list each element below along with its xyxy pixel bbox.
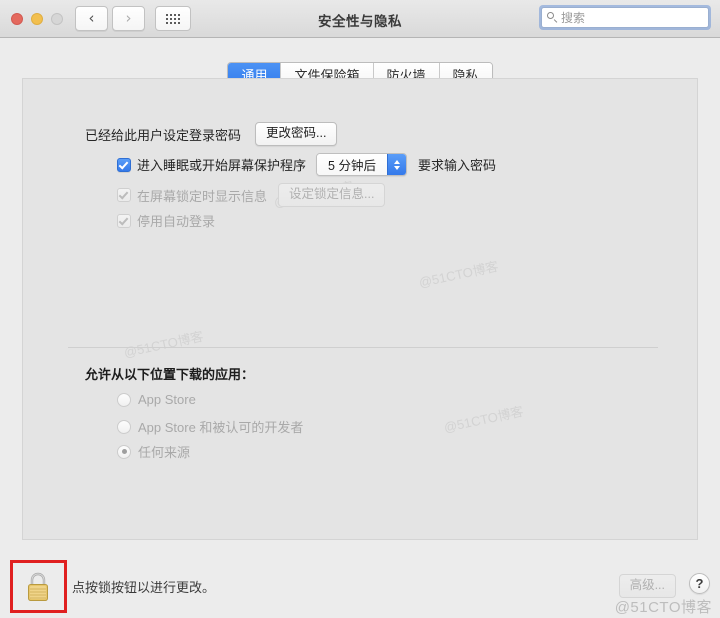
advanced-button[interactable]: 高级... [618,574,676,598]
login-password-row: 已经给此用户设定登录密码 更改密码... [85,122,338,146]
section-divider [68,347,658,348]
password-delay-stepper[interactable]: 5 分钟后 [316,153,407,176]
system-preferences-window: ‹ › 安全性与隐私 搜索 通用 文件保险箱 防火墙 隐私 @51CTO博客 @… [0,0,720,618]
download-option-anywhere[interactable]: 任何来源 [117,442,190,461]
radio-appstore[interactable] [117,392,131,407]
search-icon [547,12,558,23]
disable-auto-login-checkbox[interactable] [117,213,131,228]
download-option-label: App Store 和被认可的开发者 [138,420,304,435]
site-watermark: @51CTO博客 [614,599,712,616]
download-option-label: App Store [138,392,196,407]
general-settings-panel: @51CTO博客 @51CTO博客 @51CTO博客 @51CTO博客 已经给此… [22,78,698,540]
window-titlebar: ‹ › 安全性与隐私 搜索 [0,0,720,38]
search-placeholder: 搜索 [561,11,586,25]
padlock-closed-icon[interactable] [24,571,52,602]
watermark-faint: @51CTO博客 [417,258,500,291]
radio-anywhere[interactable] [117,444,131,459]
radio-appstore-identified[interactable] [117,419,131,434]
disable-auto-login-label: 停用自动登录 [137,214,216,229]
search-input[interactable]: 搜索 [541,7,709,28]
lock-message-label: 在屏幕锁定时显示信息 [137,188,268,204]
watermark-faint: @51CTO博客 [442,403,525,436]
watermark-faint: @51CTO博客 [122,328,205,361]
require-password-label: 进入睡眠或开始屏幕保护程序 [137,158,307,173]
require-password-row: 进入睡眠或开始屏幕保护程序 5 分钟后 要求输入密码 [117,153,496,176]
download-section-title: 允许从以下位置下载的应用： [85,367,255,382]
password-delay-value: 5 分钟后 [317,154,387,175]
login-password-label: 已经给此用户设定登录密码 [85,127,242,143]
lock-hint-text: 点按锁按钮以进行更改。 [72,580,216,595]
help-button[interactable]: ? [689,573,710,594]
require-password-suffix-label: 要求输入密码 [417,158,496,173]
disable-auto-login-row: 停用自动登录 [117,211,215,230]
search-field-focus-ring: 搜索 [539,5,711,30]
require-password-checkbox[interactable] [117,157,131,172]
download-option-appstore[interactable]: App Store [117,392,196,407]
stepper-arrows-icon[interactable] [386,154,406,175]
change-password-button[interactable]: 更改密码... [255,122,338,146]
download-option-appstore-identified[interactable]: App Store 和被认可的开发者 [117,417,303,436]
set-lock-message-button[interactable]: 设定锁定信息... [278,183,386,207]
download-section-title-row: 允许从以下位置下载的应用： [85,364,254,383]
download-option-label: 任何来源 [138,445,191,460]
lock-message-checkbox[interactable] [117,188,131,202]
lock-message-row: 在屏幕锁定时显示信息 设定锁定信息... [117,183,386,207]
